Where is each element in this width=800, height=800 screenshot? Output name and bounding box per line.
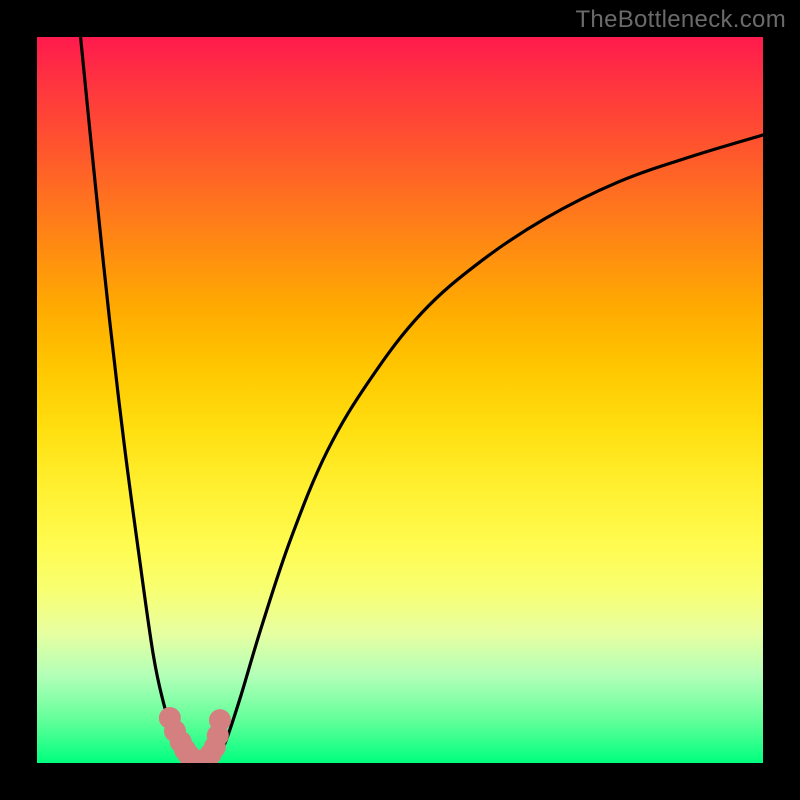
chart-line-right-curve — [215, 135, 763, 763]
chart-marker — [209, 709, 231, 731]
watermark-text: TheBottleneck.com — [575, 6, 786, 34]
chart-line-left-curve — [81, 37, 188, 763]
plot-area — [37, 37, 763, 763]
chart-frame: TheBottleneck.com — [0, 0, 800, 800]
chart-overlay — [37, 37, 763, 763]
